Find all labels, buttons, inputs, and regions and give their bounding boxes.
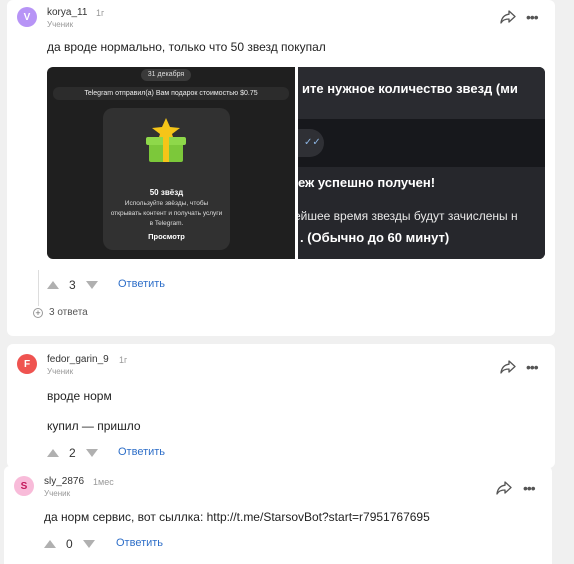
date-pill: 31 декабря — [141, 69, 191, 81]
avatar[interactable]: V — [17, 7, 37, 27]
attachment-image-bot[interactable]: ите нужное количество звезд (ми ✓✓ еж ус… — [298, 67, 545, 259]
attachment-image-gift[interactable]: 31 декабря Telegram отправил(а) Вам пода… — [47, 67, 295, 259]
username[interactable]: korya_11 — [47, 7, 87, 18]
comment-text: да вроде нормально, только что 50 звезд … — [47, 40, 326, 54]
more-icon[interactable]: ••• — [526, 10, 539, 24]
user-role: Ученик — [47, 367, 74, 376]
vote-count: 3 — [69, 278, 76, 292]
thread-line — [38, 270, 39, 306]
comment-text: купил — пришло — [47, 419, 141, 433]
comment-text: да норм сервис, вот сыллка: http://t.me/… — [44, 510, 430, 524]
gift-view-button: Просмотр — [148, 232, 185, 241]
gift-description: Используйте звёзды, чтобы открывать конт… — [110, 200, 223, 227]
avatar[interactable]: S — [14, 476, 34, 496]
username[interactable]: sly_2876 — [44, 476, 84, 487]
replies-count: 3 ответа — [49, 307, 88, 318]
gift-title: 50 звёзд — [149, 188, 184, 197]
username[interactable]: fedor_garin_9 — [47, 354, 109, 365]
share-icon[interactable] — [500, 360, 516, 374]
reply-button[interactable]: Ответить — [116, 537, 163, 549]
comment-card: S sly_2876 1мес Ученик ••• да норм серви… — [4, 466, 552, 564]
comment-time: 1мес — [93, 477, 114, 487]
double-check-icon: ✓✓ — [304, 137, 321, 148]
bot-text-line: еж успешно получен! — [298, 175, 436, 190]
plus-icon: + — [33, 307, 43, 318]
gift-box-icon — [146, 118, 186, 162]
user-role: Ученик — [47, 20, 74, 29]
bot-text-line: ейшее время звезды будут зачислены н — [298, 209, 518, 223]
more-icon[interactable]: ••• — [526, 360, 539, 374]
telegram-gift-line: Telegram отправил(а) Вам подарок стоимос… — [53, 87, 289, 100]
vote-count: 2 — [69, 446, 76, 460]
vote-group: 0 — [44, 537, 95, 551]
vote-group: 3 — [47, 278, 98, 292]
share-icon[interactable] — [496, 481, 512, 495]
share-icon[interactable] — [500, 10, 516, 24]
comment-time: 1г — [119, 355, 128, 365]
downvote-icon[interactable] — [82, 540, 95, 548]
bot-text-line: . (Обычно до 60 минут) — [300, 230, 450, 245]
comment-time: 1г — [96, 8, 105, 18]
downvote-icon[interactable] — [85, 449, 98, 457]
user-role: Ученик — [44, 489, 71, 498]
vote-group: 2 — [47, 446, 98, 460]
downvote-icon[interactable] — [85, 281, 98, 289]
gift-card: 50 звёзд Используйте звёзды, чтобы откры… — [103, 108, 230, 250]
upvote-icon[interactable] — [47, 281, 59, 289]
reply-button[interactable]: Ответить — [118, 278, 165, 290]
upvote-icon[interactable] — [44, 540, 56, 548]
comment-text: вроде норм — [47, 389, 112, 403]
replies-toggle[interactable]: + 3 ответа — [33, 307, 88, 318]
upvote-icon[interactable] — [47, 449, 59, 457]
bot-text-line: ите нужное количество звезд (ми — [302, 81, 518, 96]
avatar[interactable]: F — [17, 354, 37, 374]
comment-card: V korya_11 1г Ученик ••• да вроде нормал… — [7, 0, 555, 336]
vote-count: 0 — [66, 537, 73, 551]
more-icon[interactable]: ••• — [523, 481, 536, 495]
reply-button[interactable]: Ответить — [118, 446, 165, 458]
comment-card: F fedor_garin_9 1г Ученик ••• вроде норм… — [7, 344, 555, 468]
